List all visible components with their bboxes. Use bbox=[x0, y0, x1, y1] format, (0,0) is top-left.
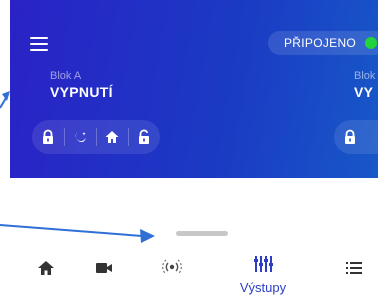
lock-icon bbox=[345, 129, 355, 144]
arm-home-button[interactable] bbox=[96, 120, 128, 154]
list-icon bbox=[346, 262, 362, 274]
menu-icon[interactable] bbox=[30, 37, 48, 51]
security-header-panel: PŘIPOJENO Blok A VYPNUTÍ Blok VY bbox=[10, 0, 378, 178]
connection-status-dot bbox=[365, 37, 377, 49]
connection-status-badge: PŘIPOJENO bbox=[268, 31, 378, 55]
app-screen: PŘIPOJENO Blok A VYPNUTÍ Blok VY Výstupy bbox=[0, 0, 378, 297]
nav-cameras[interactable] bbox=[84, 254, 124, 284]
arm-full-button[interactable] bbox=[334, 120, 366, 154]
camera-icon bbox=[96, 263, 112, 273]
block-a-mode-controls bbox=[32, 120, 160, 154]
arm-full-button[interactable] bbox=[32, 120, 64, 154]
nav-outputs-label[interactable]: Výstupy bbox=[233, 280, 293, 295]
sensor-icon bbox=[162, 259, 182, 275]
nav-list[interactable] bbox=[334, 254, 374, 284]
moon-star-icon bbox=[75, 132, 86, 143]
unlock-icon bbox=[139, 129, 149, 144]
annotation-arrowhead-bottom bbox=[140, 229, 155, 243]
connection-status-label: PŘIPOJENO bbox=[284, 36, 357, 50]
outputs-icon bbox=[254, 256, 273, 272]
nav-home[interactable] bbox=[26, 254, 66, 284]
arm-night-button[interactable] bbox=[64, 120, 96, 154]
block-state: VY bbox=[354, 84, 374, 100]
disarm-button[interactable] bbox=[128, 120, 160, 154]
bottom-sheet-handle[interactable] bbox=[176, 231, 228, 236]
home-icon bbox=[105, 131, 119, 143]
nav-sensors[interactable] bbox=[152, 254, 192, 284]
block-b-mode-controls bbox=[334, 120, 378, 154]
block-name: Blok bbox=[354, 70, 376, 82]
block-name: Blok A bbox=[50, 70, 82, 82]
block-a-info[interactable]: Blok A VYPNUTÍ bbox=[50, 70, 113, 100]
annotation-arrow-bottom bbox=[0, 224, 143, 237]
annotation-arrowhead-top bbox=[2, 91, 10, 101]
annotation-arrow-top bbox=[0, 97, 7, 109]
home-icon bbox=[38, 261, 54, 275]
block-b-info[interactable]: Blok VY bbox=[354, 70, 375, 100]
lock-icon bbox=[43, 129, 53, 144]
block-state: VYPNUTÍ bbox=[50, 84, 113, 100]
